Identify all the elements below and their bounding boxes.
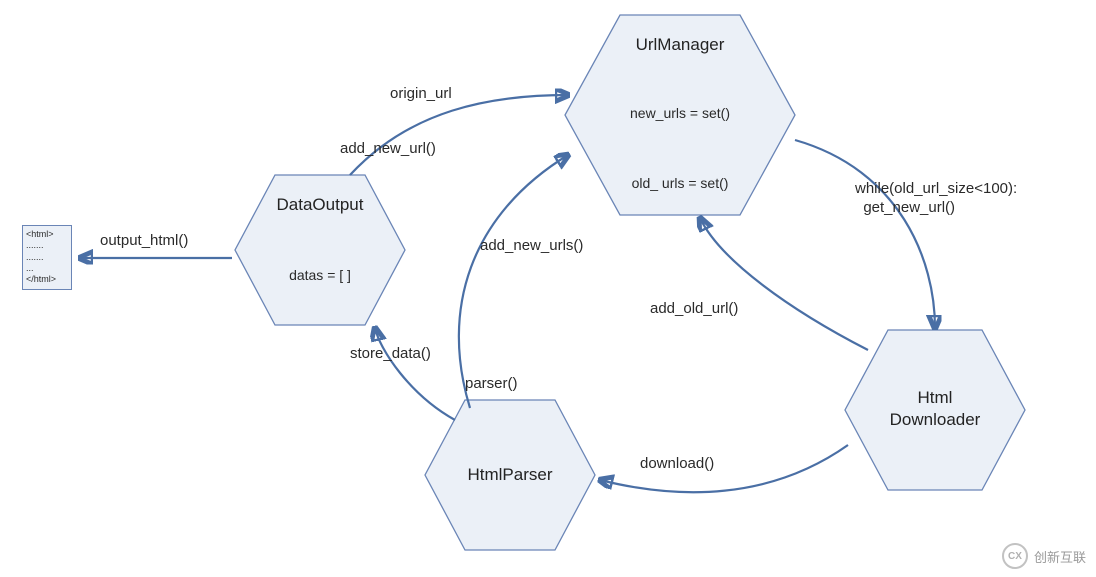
edge-label-parser: parser() [465, 375, 518, 392]
html-file-line: ....... [26, 240, 68, 251]
node-url-manager: UrlManager new_urls = set() old_ urls = … [560, 10, 800, 220]
watermark: CX 创新互联 [1002, 543, 1086, 569]
edge-label-add-new-url: add_new_url() [340, 140, 436, 157]
edge-label-output-html: output_html() [100, 232, 188, 249]
node-data-output: DataOutput datas = [ ] [230, 170, 410, 330]
node-title-l2: Downloader [890, 410, 981, 429]
html-file-line: <html> [26, 229, 68, 240]
html-file-line: </html> [26, 274, 68, 285]
edge-origin-url [350, 95, 568, 175]
edge-label-add-new-urls: add_new_urls() [480, 237, 583, 254]
edge-label-while-get: while(old_url_size<100): get_new_url() [855, 180, 1075, 218]
node-title: UrlManager [636, 35, 725, 54]
database-icon [668, 70, 692, 93]
diagram-canvas: <html> ....... ....... ... </html> UrlMa… [0, 0, 1096, 577]
edge-label-origin-url: origin_url [390, 85, 452, 102]
node-html-parser: HtmlParser [420, 395, 600, 555]
node-line: old_ urls = set() [632, 175, 729, 191]
watermark-text: 创新互联 [1034, 547, 1086, 566]
edge-label-add-old-url: add_old_url() [650, 300, 738, 317]
node-html-downloader: Html Downloader [840, 325, 1030, 495]
html-file-line: ....... [26, 252, 68, 263]
edge-while-get [795, 140, 935, 328]
node-line: new_urls = set() [630, 105, 730, 121]
database-icon [308, 230, 332, 253]
edge-label-download: download() [640, 455, 714, 472]
edge-add-new-urls [459, 155, 568, 408]
node-title-l1: Html [918, 388, 953, 407]
html-file-line: ... [26, 263, 68, 274]
node-title: DataOutput [277, 195, 364, 214]
html-file-output: <html> ....... ....... ... </html> [22, 225, 72, 290]
edge-download [600, 445, 848, 492]
node-title: HtmlParser [467, 465, 552, 484]
database-icon [668, 138, 692, 161]
node-line: datas = [ ] [289, 267, 351, 283]
edge-label-store-data: store_data() [350, 345, 431, 362]
watermark-logo-icon: CX [1002, 543, 1028, 569]
